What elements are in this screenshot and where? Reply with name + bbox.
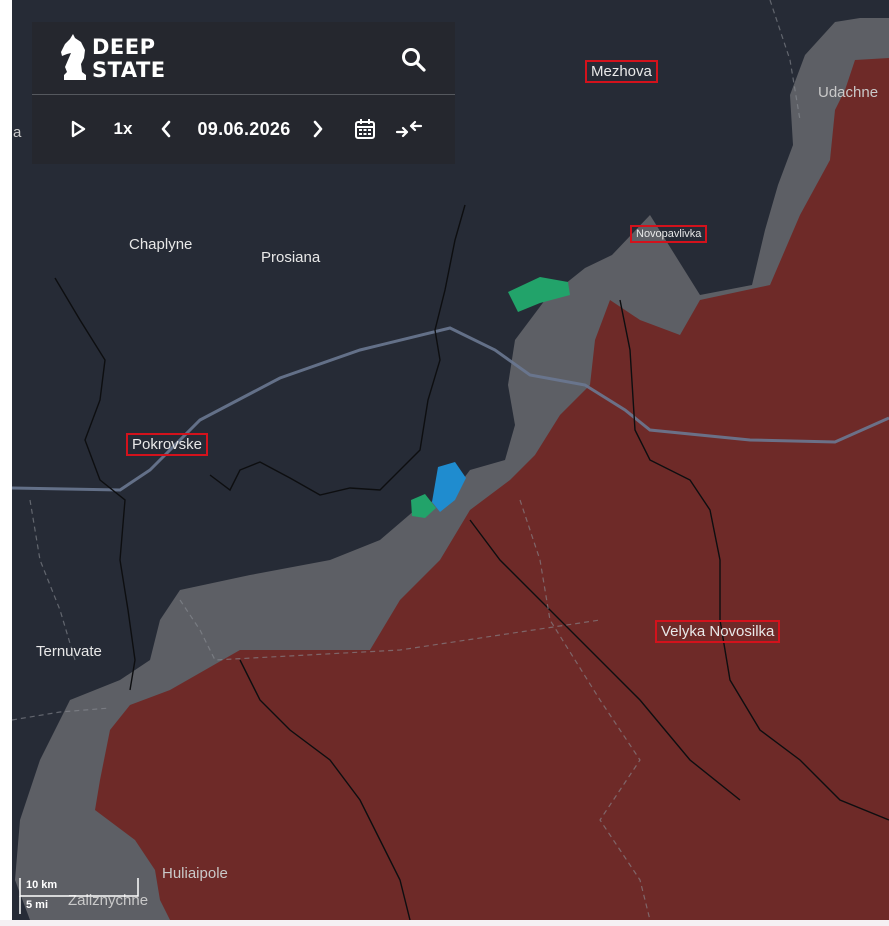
speed-toggle[interactable]: 1x [108, 114, 138, 144]
logo[interactable]: DEEP STATE [58, 34, 198, 84]
place-label-mezhova: Mezhova [585, 60, 658, 83]
page-bottom-strip [0, 920, 889, 926]
play-button[interactable] [66, 114, 90, 144]
prev-date-button[interactable] [156, 114, 176, 144]
next-date-button[interactable] [308, 114, 328, 144]
place-label-edge-fragment: a [13, 124, 22, 141]
chevron-right-icon [313, 120, 323, 138]
place-label-velyka-novosilka: Velyka Novosilka [655, 620, 781, 643]
place-label-udachne: Udachne [818, 84, 879, 101]
brand-line-1: DEEP [92, 35, 156, 59]
search-button[interactable] [400, 46, 428, 74]
calendar-icon [355, 119, 375, 139]
place-label-pokrovske: Pokrovske [126, 433, 209, 456]
scale-bar: 10 km 5 mi [18, 876, 142, 916]
map-left-edge [0, 0, 12, 926]
brand-line-2: STATE [92, 58, 166, 82]
place-label-novopavlivka: Novopavlivka [630, 225, 708, 243]
calendar-button[interactable] [352, 114, 378, 144]
brand-name: DEEP STATE [92, 36, 166, 82]
panel-divider [32, 94, 455, 95]
knight-icon [61, 34, 86, 80]
place-label-chaplyne: Chaplyne [129, 236, 193, 253]
scale-imperial: 5 mi [26, 899, 49, 911]
chevron-left-icon [161, 120, 171, 138]
timeline-controls: 1x 09.06.2026 [32, 114, 455, 144]
play-icon [71, 120, 86, 138]
place-label-prosiana: Prosiana [261, 249, 321, 266]
compare-button[interactable] [394, 114, 424, 144]
control-panel: DEEP STATE 1x 09.06.2026 [32, 22, 455, 164]
place-label-huliaipole: Huliaipole [162, 865, 228, 882]
search-icon [402, 48, 426, 72]
scale-metric: 10 km [26, 879, 58, 891]
current-date[interactable]: 09.06.2026 [190, 114, 298, 144]
compare-arrows-icon [395, 120, 423, 138]
place-label-ternuvate: Ternuvate [36, 643, 102, 660]
